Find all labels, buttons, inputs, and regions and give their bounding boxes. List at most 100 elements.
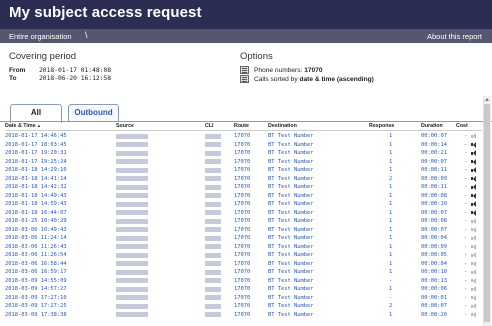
tab-outbound[interactable]: Outbound xyxy=(68,104,119,122)
table-row[interactable]: 2018-03-09 17:27:25 17070 BT Test Number 2 0… xyxy=(5,302,482,310)
cell-duration[interactable]: 00:00:14 xyxy=(421,141,447,149)
cell-datetime[interactable]: 2018-01-18 16:44:07 xyxy=(5,209,67,217)
cell-destination[interactable]: BT Test Number xyxy=(268,209,313,217)
cell-datetime[interactable]: 2018-03-09 17:38:38 xyxy=(5,311,67,319)
cell-duration[interactable]: 00:00:20 xyxy=(421,311,447,319)
cell-route[interactable]: 17070 xyxy=(234,141,250,149)
cell-duration[interactable]: 00:00:05 xyxy=(421,251,447,259)
cell-duration[interactable]: 00:00:11 xyxy=(421,166,447,174)
table-row[interactable]: 2018-03-09 14:57:27 17070 BT Test Number 1 0… xyxy=(5,285,482,293)
cell-route[interactable]: 17070 xyxy=(234,311,250,319)
cell-route[interactable]: 17070 xyxy=(234,226,250,234)
play-audio-icon[interactable] xyxy=(471,175,477,182)
header-duration[interactable]: Duration xyxy=(421,123,443,129)
cell-datetime[interactable]: 2018-01-18 14:42:32 xyxy=(5,183,67,191)
cell-duration[interactable]: 00:00:08 xyxy=(421,217,447,225)
cell-duration[interactable]: 00:00:13 xyxy=(421,277,447,285)
cell-response[interactable]: 1 xyxy=(389,243,392,251)
cell-route[interactable]: 17070 xyxy=(234,243,250,251)
table-row[interactable]: 2018-01-17 14:46:45 17070 BT Test Number 1 0… xyxy=(5,132,482,140)
cell-destination[interactable]: BT Test Number xyxy=(268,183,313,191)
cell-destination[interactable]: BT Test Number xyxy=(268,234,313,242)
cell-datetime[interactable]: 2018-01-17 18:03:45 xyxy=(5,141,67,149)
cell-duration[interactable]: 00:00:21 xyxy=(421,149,447,157)
cell-response[interactable]: 1 xyxy=(389,183,392,191)
cell-destination[interactable]: BT Test Number xyxy=(268,260,313,268)
cell-destination[interactable]: BT Test Number xyxy=(268,311,313,319)
cell-datetime[interactable]: 2018-01-18 14:59:43 xyxy=(5,200,67,208)
cell-datetime[interactable]: 2018-03-09 17:27:10 xyxy=(5,294,67,302)
table-row[interactable]: 2018-01-18 14:59:43 17070 BT Test Number 1 0… xyxy=(5,200,482,208)
cell-route[interactable]: 17070 xyxy=(234,200,250,208)
table-row[interactable]: 2018-03-09 17:38:38 17070 BT Test Number 1 0… xyxy=(5,311,482,319)
cell-response[interactable]: - xyxy=(389,277,392,285)
cell-route[interactable]: 17070 xyxy=(234,268,250,276)
cell-route[interactable]: 17070 xyxy=(234,209,250,217)
cell-response[interactable]: 1 xyxy=(389,285,392,293)
header-response[interactable]: Response xyxy=(369,123,394,129)
cell-duration[interactable]: 00:00:07 xyxy=(421,132,447,140)
cell-datetime[interactable]: 2018-03-06 16:59:17 xyxy=(5,268,67,276)
cell-datetime[interactable]: 2018-01-17 19:20:31 xyxy=(5,149,67,157)
cell-destination[interactable]: BT Test Number xyxy=(268,141,313,149)
header-datetime[interactable]: Date & Time ▲ xyxy=(5,123,41,129)
cell-duration[interactable]: 00:00:09 xyxy=(421,243,447,251)
play-audio-icon[interactable] xyxy=(471,150,477,156)
cell-route[interactable]: 17070 xyxy=(234,158,250,166)
cell-duration[interactable]: 00:00:04 xyxy=(421,260,447,268)
cell-route[interactable]: 17070 xyxy=(234,302,250,310)
cell-datetime[interactable]: 2018-01-25 10:40:29 xyxy=(5,217,67,225)
cell-datetime[interactable]: 2018-01-18 14:49:43 xyxy=(5,192,67,200)
cell-datetime[interactable]: 2018-03-06 10:49:43 xyxy=(5,226,67,234)
table-row[interactable]: 2018-03-09 17:27:10 17070 BT Test Number - 0… xyxy=(5,294,482,302)
cell-destination[interactable]: BT Test Number xyxy=(268,302,313,310)
cell-response[interactable]: 2 xyxy=(389,302,392,310)
about-report-link[interactable]: About this report xyxy=(427,32,482,41)
cell-destination[interactable]: BT Test Number xyxy=(268,217,313,225)
cell-response[interactable]: 2 xyxy=(389,175,392,183)
cell-route[interactable]: 17070 xyxy=(234,132,250,140)
header-cost[interactable]: Cost xyxy=(456,123,468,129)
cell-destination[interactable]: BT Test Number xyxy=(268,158,313,166)
table-row[interactable]: 2018-03-06 16:58:44 17070 BT Test Number 1 0… xyxy=(5,260,482,268)
scrollbar-thumb[interactable] xyxy=(484,104,490,322)
cell-route[interactable]: 17070 xyxy=(234,285,250,293)
cell-duration[interactable]: 00:00:07 xyxy=(421,226,447,234)
play-audio-icon[interactable] xyxy=(471,192,477,199)
cell-destination[interactable]: BT Test Number xyxy=(268,294,313,302)
cell-destination[interactable]: BT Test Number xyxy=(268,149,313,157)
cell-response[interactable]: 1 xyxy=(389,251,392,259)
play-audio-icon[interactable] xyxy=(471,209,477,216)
cell-route[interactable]: 17070 xyxy=(234,294,250,302)
cell-response[interactable]: - xyxy=(389,294,392,302)
play-audio-icon[interactable] xyxy=(471,167,477,173)
table-row[interactable]: 2018-03-06 11:26:43 17070 BT Test Number 1 0… xyxy=(5,243,482,251)
cell-response[interactable]: 1 xyxy=(389,166,392,174)
table-row[interactable]: 2018-03-06 16:59:17 17070 BT Test Number 1 0… xyxy=(5,268,482,276)
table-row[interactable]: 2018-01-18 14:42:32 17070 BT Test Number 1 0… xyxy=(5,183,482,191)
cell-datetime[interactable]: 2018-03-06 16:58:44 xyxy=(5,260,67,268)
play-audio-icon[interactable] xyxy=(471,184,477,190)
table-row[interactable]: 2018-01-17 18:03:45 17070 BT Test Number 1 0… xyxy=(5,141,482,149)
scroll-up-arrow-icon[interactable] xyxy=(484,97,490,103)
cell-duration[interactable]: 00:00:10 xyxy=(421,268,447,276)
table-row[interactable]: 2018-01-18 16:44:07 17070 BT Test Number 1 0… xyxy=(5,209,482,217)
cell-route[interactable]: 17070 xyxy=(234,277,250,285)
header-destination[interactable]: Destination xyxy=(268,123,297,129)
cell-route[interactable]: 17070 xyxy=(234,149,250,157)
cell-destination[interactable]: BT Test Number xyxy=(268,277,313,285)
cell-datetime[interactable]: 2018-03-06 11:26:43 xyxy=(5,243,67,251)
play-audio-icon[interactable] xyxy=(471,158,477,165)
table-row[interactable]: 2018-01-18 14:49:43 17070 BT Test Number 1 0… xyxy=(5,192,482,200)
table-row[interactable]: 2018-01-18 14:29:10 17070 BT Test Number 1 0… xyxy=(5,166,482,174)
cell-duration[interactable]: 00:00:07 xyxy=(421,209,447,217)
table-row[interactable]: 2018-01-18 14:41:14 17070 BT Test Number 2 0… xyxy=(5,175,482,183)
cell-destination[interactable]: BT Test Number xyxy=(268,285,313,293)
cell-duration[interactable]: 00:00:01 xyxy=(421,294,447,302)
cell-response[interactable]: 1 xyxy=(389,200,392,208)
header-source[interactable]: Source xyxy=(116,123,134,129)
play-audio-icon[interactable] xyxy=(471,141,477,148)
cell-response[interactable]: 1 xyxy=(389,268,392,276)
cell-destination[interactable]: BT Test Number xyxy=(268,132,313,140)
cell-datetime[interactable]: 2018-03-06 11:26:54 xyxy=(5,251,67,259)
